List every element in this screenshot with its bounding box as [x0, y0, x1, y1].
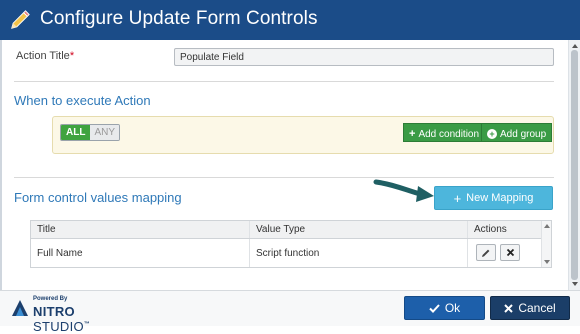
title-bar: Configure Update Form Controls: [0, 0, 580, 40]
condition-panel: ALL ANY + Add condition + Add group: [52, 116, 554, 154]
column-header-value-type: Value Type: [250, 221, 468, 238]
column-header-actions: Actions: [474, 224, 507, 235]
dialog-footer: Powered By NITRO STUDIO™ Ok Cancel: [0, 290, 580, 334]
plus-circle-icon: +: [487, 129, 497, 139]
divider: [14, 81, 554, 82]
divider: [14, 177, 554, 178]
left-edge: [0, 40, 2, 290]
close-icon: [504, 303, 514, 313]
nitro-logo-icon: [12, 300, 28, 316]
action-title-input[interactable]: Populate Field: [174, 48, 554, 66]
cell-actions: [468, 239, 541, 267]
dialog-scrollbar[interactable]: [568, 40, 580, 290]
trademark: ™: [83, 321, 91, 328]
brand-studio: STUDIO: [33, 319, 84, 334]
scroll-up-icon[interactable]: [572, 44, 578, 48]
dialog-body: Action Title* Populate Field When to exe…: [0, 40, 580, 290]
plus-square-icon: +: [409, 128, 416, 140]
grid-scrollbar[interactable]: [541, 221, 551, 267]
cancel-label: Cancel: [518, 301, 556, 315]
cell-value-type: Script function: [250, 239, 468, 267]
scroll-down-icon[interactable]: [544, 260, 550, 264]
action-title-label: Action Title*: [16, 50, 74, 62]
configure-update-form-controls-dialog: Configure Update Form Controls Action Ti…: [0, 0, 580, 334]
add-group-button[interactable]: + Add group: [481, 123, 553, 142]
dialog-title: Configure Update Form Controls: [40, 8, 318, 29]
check-icon: [429, 303, 440, 313]
new-mapping-label: New Mapping: [466, 192, 534, 204]
delete-row-button[interactable]: [500, 244, 520, 261]
add-group-label: Add group: [500, 128, 547, 140]
add-condition-button[interactable]: + Add condition: [403, 123, 486, 142]
pencil-icon: [11, 10, 30, 29]
plus-icon: +: [453, 190, 462, 206]
new-mapping-button[interactable]: + New Mapping: [434, 186, 553, 210]
table-row: Full Name Script function: [31, 239, 541, 267]
nitro-studio-logo: Powered By NITRO STUDIO™: [10, 296, 130, 334]
edit-row-button[interactable]: [476, 244, 496, 261]
cancel-button[interactable]: Cancel: [490, 296, 570, 320]
toggle-all[interactable]: ALL: [61, 125, 91, 140]
powered-by-text: Powered By: [33, 296, 68, 302]
mapping-grid: Title Value Type Actions Full Name Scrip…: [30, 220, 552, 268]
ok-button[interactable]: Ok: [404, 296, 485, 320]
toggle-any[interactable]: ANY: [90, 125, 120, 140]
scrollbar-thumb[interactable]: [571, 50, 578, 280]
required-mark: *: [69, 50, 75, 62]
brand-nitro: NITRO: [33, 304, 75, 319]
scroll-down-icon[interactable]: [572, 282, 578, 286]
ok-label: Ok: [444, 301, 461, 315]
pencil-icon: [482, 249, 490, 257]
column-header-title: Title: [31, 221, 250, 238]
annotation-arrow-icon: [373, 179, 434, 202]
when-to-execute-title: When to execute Action: [14, 93, 151, 108]
brand-name: NITRO STUDIO™: [33, 304, 130, 334]
action-title-label-text: Action Title: [16, 50, 70, 62]
add-condition-label: Add condition: [418, 128, 480, 140]
grid-header: Title Value Type Actions: [31, 221, 541, 239]
scroll-up-icon[interactable]: [544, 224, 550, 228]
close-icon: [506, 248, 514, 257]
mapping-section-title: Form control values mapping: [14, 190, 182, 205]
cell-title: Full Name: [31, 239, 250, 267]
all-any-toggle[interactable]: ALL ANY: [60, 124, 121, 141]
